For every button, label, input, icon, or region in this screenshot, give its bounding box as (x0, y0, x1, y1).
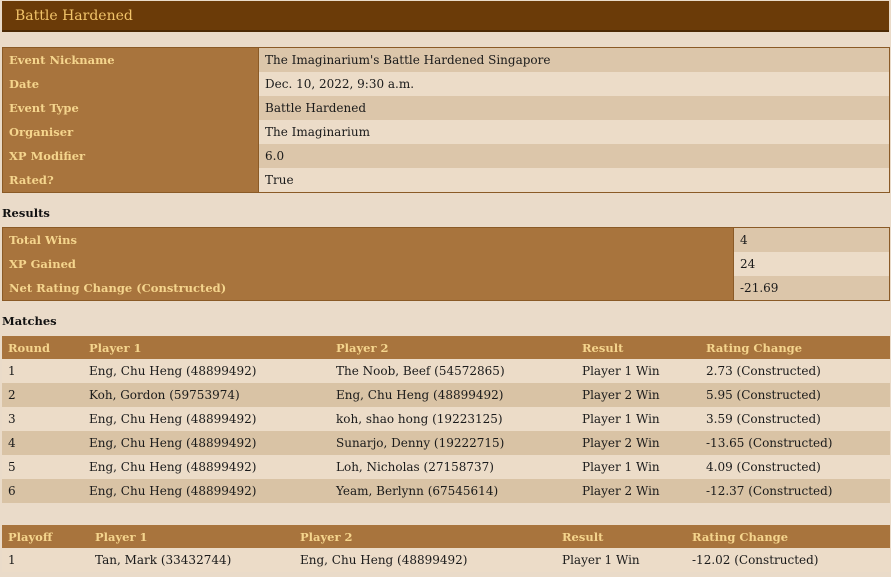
results-row: XP Gained 24 (2, 252, 890, 276)
event-detail-row: Event Nickname The Imaginarium's Battle H… (2, 47, 890, 72)
match-cell: 3.59 (Constructed) (700, 407, 890, 431)
results-label: Total Wins (2, 227, 734, 252)
playoff-header-row: Playoff Player 1 Player 2 Result Rating Chan… (2, 525, 890, 548)
match-cell: 6 (2, 479, 83, 503)
match-cell: 3 (2, 407, 83, 431)
match-cell: -13.65 (Constructed) (700, 431, 890, 455)
match-cell: 2.73 (Constructed) (700, 359, 890, 383)
playoff-cell: -12.02 (Constructed) (686, 548, 890, 572)
results-label: Net Rating Change (Constructed) (2, 276, 734, 301)
match-cell: Player 1 Win (576, 359, 700, 383)
event-detail-label: Rated? (2, 168, 259, 193)
match-cell: 5 (2, 455, 83, 479)
results-row: Total Wins 4 (2, 227, 890, 252)
event-detail-value: Battle Hardened (258, 96, 890, 120)
results-label: XP Gained (2, 252, 734, 276)
match-cell: koh, shao hong (19223125) (330, 407, 576, 431)
match-cell: Yeam, Berlynn (67545614) (330, 479, 576, 503)
playoff-cell: Eng, Chu Heng (48899492) (294, 548, 556, 572)
event-detail-label: Event Nickname (2, 47, 259, 72)
results-heading: Results (2, 206, 50, 220)
event-detail-row: XP Modifier 6.0 (2, 144, 890, 168)
matches-heading: Matches (2, 314, 57, 328)
matches-table: Round Player 1 Player 2 Result Rating Change… (2, 336, 890, 503)
results-value: 24 (733, 252, 890, 276)
match-cell: -12.37 (Constructed) (700, 479, 890, 503)
event-detail-value: The Imaginarium (258, 120, 890, 144)
match-column-header: Player 2 (330, 336, 576, 359)
match-column-header: Result (576, 336, 700, 359)
event-detail-label: Event Type (2, 96, 259, 120)
match-column-header: Rating Change (700, 336, 890, 359)
match-cell: Eng, Chu Heng (48899492) (83, 407, 330, 431)
playoff-cell: Tan, Mark (33432744) (89, 548, 294, 572)
page-title-bar: Battle Hardened (2, 1, 889, 32)
match-row: 4 Eng, Chu Heng (48899492) Sunarjo, Denny … (2, 431, 890, 455)
match-cell: Loh, Nicholas (27158737) (330, 455, 576, 479)
match-cell: Eng, Chu Heng (48899492) (83, 431, 330, 455)
event-detail-value: The Imaginarium's Battle Hardened Singap… (258, 47, 890, 72)
match-row: 5 Eng, Chu Heng (48899492) Loh, Nicholas (… (2, 455, 890, 479)
match-column-header: Round (2, 336, 83, 359)
match-header-row: Round Player 1 Player 2 Result Rating Change (2, 336, 890, 359)
event-detail-row: Date Dec. 10, 2022, 9:30 a.m. (2, 72, 890, 96)
match-row: 3 Eng, Chu Heng (48899492) koh, shao hong … (2, 407, 890, 431)
match-cell: 1 (2, 359, 83, 383)
playoffs-table: Playoff Player 1 Player 2 Result Rating Chan… (2, 525, 890, 572)
match-cell: Player 1 Win (576, 455, 700, 479)
match-cell: Eng, Chu Heng (48899492) (83, 479, 330, 503)
event-detail-value: Dec. 10, 2022, 9:30 a.m. (258, 72, 890, 96)
event-detail-label: Date (2, 72, 259, 96)
playoff-column-header: Playoff (2, 525, 89, 548)
match-cell: Eng, Chu Heng (48899492) (330, 383, 576, 407)
match-cell: Player 2 Win (576, 383, 700, 407)
match-cell: 2 (2, 383, 83, 407)
match-cell: 4 (2, 431, 83, 455)
playoff-row: 1 Tan, Mark (33432744) Eng, Chu Heng (4889… (2, 548, 890, 572)
event-detail-value: 6.0 (258, 144, 890, 168)
event-detail-row: Organiser The Imaginarium (2, 120, 890, 144)
match-row: 2 Koh, Gordon (59753974) Eng, Chu Heng (48… (2, 383, 890, 407)
playoff-cell: 1 (2, 548, 89, 572)
match-row: 6 Eng, Chu Heng (48899492) Yeam, Berlynn (… (2, 479, 890, 503)
match-cell: Eng, Chu Heng (48899492) (83, 455, 330, 479)
playoff-column-header: Player 2 (294, 525, 556, 548)
results-table: Total Wins 4 XP Gained 24 Net Rating Change … (2, 227, 890, 301)
match-cell: Player 2 Win (576, 431, 700, 455)
results-value: -21.69 (733, 276, 890, 301)
page-title: Battle Hardened (15, 8, 133, 24)
playoff-cell: Player 1 Win (556, 548, 686, 572)
match-cell: The Noob, Beef (54572865) (330, 359, 576, 383)
event-detail-label: Organiser (2, 120, 259, 144)
event-detail-label: XP Modifier (2, 144, 259, 168)
event-detail-row: Rated? True (2, 168, 890, 193)
match-row: 1 Eng, Chu Heng (48899492) The Noob, Beef … (2, 359, 890, 383)
event-detail-value: True (258, 168, 890, 193)
match-column-header: Player 1 (83, 336, 330, 359)
event-detail-row: Event Type Battle Hardened (2, 96, 890, 120)
results-row: Net Rating Change (Constructed) -21.69 (2, 276, 890, 301)
match-cell: 4.09 (Constructed) (700, 455, 890, 479)
results-value: 4 (733, 227, 890, 252)
match-cell: Player 1 Win (576, 407, 700, 431)
match-cell: Koh, Gordon (59753974) (83, 383, 330, 407)
match-cell: Player 2 Win (576, 479, 700, 503)
playoff-column-header: Rating Change (686, 525, 890, 548)
playoff-column-header: Result (556, 525, 686, 548)
match-cell: Eng, Chu Heng (48899492) (83, 359, 330, 383)
match-cell: Sunarjo, Denny (19222715) (330, 431, 576, 455)
match-cell: 5.95 (Constructed) (700, 383, 890, 407)
playoff-column-header: Player 1 (89, 525, 294, 548)
event-details-table: Event Nickname The Imaginarium's Battle H… (2, 47, 890, 193)
